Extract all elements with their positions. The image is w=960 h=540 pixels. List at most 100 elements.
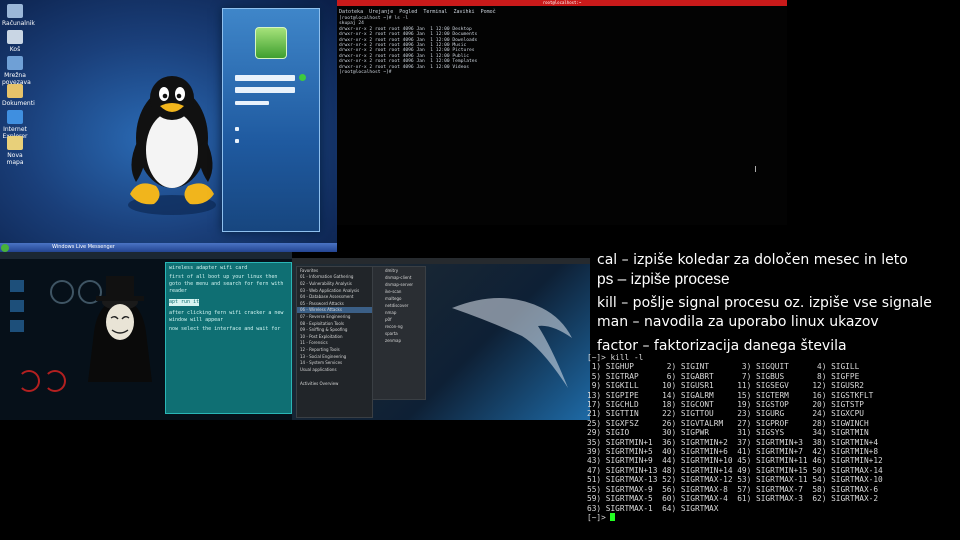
- signal-entry: 6) SIGABRT: [662, 371, 738, 381]
- gauge-icon: [50, 280, 74, 304]
- signal-entry: 42) SIGRTMIN+8: [812, 447, 888, 457]
- menu-item[interactable]: 05 - Password Attacks: [297, 300, 372, 307]
- signal-entry: 54) SIGRTMAX-10: [812, 475, 888, 485]
- menu-terminal[interactable]: Terminal: [423, 9, 447, 15]
- status-selector[interactable]: [235, 101, 269, 105]
- menu-item[interactable]: 07 - Reverse Engineering: [297, 313, 372, 320]
- menu-item[interactable]: 02 - Vulnerability Analysis: [297, 280, 372, 287]
- desktop-icon-computer[interactable]: Računalnik: [2, 4, 35, 27]
- menu-item[interactable]: 04 - Database Assessment: [297, 293, 372, 300]
- menu-item[interactable]: 11 - Forensics: [297, 340, 372, 347]
- signal-entry: 36) SIGRTMIN+2: [662, 437, 738, 447]
- menu-file[interactable]: Datoteka: [339, 9, 363, 15]
- command-line: [~]> kill -l: [587, 353, 960, 362]
- menu-item[interactable]: 06 - Wireless Attacks: [297, 306, 372, 314]
- signal-row: 47) SIGRTMIN+13 48) SIGRTMIN+14 49) SIGR…: [587, 466, 960, 475]
- note-line: now select the interface and wait for: [169, 326, 281, 332]
- desktop-icon-recycle-bin[interactable]: Koš: [2, 30, 28, 53]
- signal-entry: 25) SIGXFSZ: [587, 418, 663, 428]
- menu-item[interactable]: 14 - System Services: [297, 359, 372, 366]
- username-field[interactable]: [235, 75, 295, 81]
- kali-top-panel: [292, 258, 590, 264]
- signal-entry: 53) SIGRTMAX-11: [737, 475, 813, 485]
- auto-signin-checkbox[interactable]: [235, 139, 239, 143]
- signal-entry: 39) SIGRTMIN+5: [587, 447, 663, 457]
- menu-help[interactable]: Pomoč: [481, 9, 496, 15]
- signal-entry: 23) SIGURG: [737, 409, 813, 419]
- signal-entry: 16) SIGSTKFLT: [812, 390, 888, 400]
- menu-item[interactable]: 01 - Information Gathering: [297, 274, 372, 281]
- terminal-window-top: root@localhost:~ Datoteka Urejanje Pogle…: [337, 0, 787, 225]
- menu-tabs[interactable]: Zavihki: [453, 9, 474, 15]
- signal-row: 39) SIGRTMIN+5 40) SIGRTMIN+6 41) SIGRTM…: [587, 447, 960, 456]
- signal-entry: 52) SIGRTMAX-12: [662, 475, 738, 485]
- messenger-login-panel: [222, 8, 320, 232]
- prompt: [~]>: [587, 512, 611, 522]
- folder-icon[interactable]: [10, 300, 24, 312]
- folder-icon[interactable]: [10, 280, 24, 292]
- activities-overview-item[interactable]: Activities Overview: [297, 381, 372, 388]
- menu-item[interactable]: 12 - Reporting Tools: [297, 346, 372, 353]
- slide-line-cal: cal – izpiše koledar za določen mesec in…: [597, 252, 908, 268]
- menu-item[interactable]: 10 - Post Exploitation: [297, 333, 372, 340]
- text-cursor-icon: [755, 166, 756, 172]
- signal-entry: 14) SIGALRM: [662, 390, 738, 400]
- signal-row: 29) SIGIO 30) SIGPWR 31) SIGSYS 34) SIGR…: [587, 428, 960, 437]
- submenu-item[interactable]: dnmap-client: [373, 274, 425, 281]
- signal-entry: 30) SIGPWR: [662, 428, 738, 438]
- command-line[interactable]: [~]>: [587, 512, 960, 522]
- remember-checkbox[interactable]: [235, 127, 239, 131]
- desktop-icon-network[interactable]: Mrežna povezava: [2, 56, 31, 86]
- menu-item[interactable]: Usual applications: [297, 366, 372, 373]
- menu-edit[interactable]: Urejanje: [369, 9, 393, 15]
- submenu-item[interactable]: recon-ng: [373, 323, 425, 330]
- submenu-item[interactable]: zenmap: [373, 337, 425, 344]
- signal-entry: 28) SIGWINCH: [812, 418, 888, 428]
- submenu-item[interactable]: sparta: [373, 330, 425, 337]
- slide-line-kill: kill – pošlje signal procesu oz. izpiše …: [597, 295, 932, 311]
- menu-item[interactable]: Favorites: [297, 267, 372, 274]
- menu-item[interactable]: 03 - Web Application Analysis: [297, 287, 372, 294]
- signal-entry: 26) SIGVTALRM: [662, 418, 738, 428]
- windows-desktop-screenshot: Računalnik Koš Mrežna povezava Dokumenti…: [0, 0, 337, 252]
- terminal-line: [root@localhost ~]#: [339, 70, 395, 76]
- terminal-title-bar: root@localhost:~: [337, 0, 787, 6]
- start-orb-icon[interactable]: [1, 244, 9, 252]
- password-field[interactable]: [235, 87, 295, 93]
- signal-entry: 24) SIGXCPU: [812, 409, 888, 419]
- submenu-item[interactable]: ike-scan: [373, 288, 425, 295]
- terminal-line: drwxr-xr-x 2 root root 4096 Jan 1 12:00 …: [339, 32, 478, 38]
- menu-item[interactable]: 13 - Social Engineering: [297, 353, 372, 360]
- signal-row: 17) SIGCHLD 18) SIGCONT 19) SIGSTOP 20) …: [587, 400, 960, 409]
- signal-entry: 2) SIGINT: [662, 362, 738, 372]
- submenu-item[interactable]: netdiscover: [373, 302, 425, 309]
- terminal-output: [root@localhost ~]# ls -l skupaj 24 drwxr-…: [339, 16, 477, 75]
- desktop-icon-documents[interactable]: Dokumenti: [2, 84, 35, 107]
- signal-entry: 55) SIGRTMAX-9: [587, 484, 663, 494]
- menu-view[interactable]: Pogled: [399, 9, 417, 15]
- submenu-item[interactable]: dmitry: [373, 267, 425, 274]
- submenu-item[interactable]: nmap: [373, 309, 425, 316]
- submenu-item[interactable]: dnmap-server: [373, 281, 425, 288]
- desktop-icon-folder[interactable]: Nova mapa: [2, 136, 28, 166]
- signal-entry: 35) SIGRTMIN+1: [587, 437, 663, 447]
- anonymous-mask-icon: [88, 276, 152, 382]
- sign-in-arrow-icon[interactable]: [299, 74, 306, 81]
- terminal-menu-bar: Datoteka Urejanje Pogled Terminal Zavihk…: [339, 9, 496, 15]
- menu-item[interactable]: 09 - Sniffing & Spoofing: [297, 326, 372, 333]
- signal-entry: 4) SIGILL: [812, 362, 888, 372]
- signal-entry: 61) SIGRTMAX-3: [737, 494, 813, 504]
- signal-entry: 59) SIGRTMAX-5: [587, 494, 663, 504]
- submenu-item[interactable]: maltego: [373, 295, 425, 302]
- signal-entry: 48) SIGRTMIN+14: [662, 465, 738, 475]
- submenu-item[interactable]: p0f: [373, 316, 425, 323]
- signal-entry: 38) SIGRTMIN+4: [812, 437, 888, 447]
- signal-entry: 9) SIGKILL: [587, 381, 663, 391]
- menu-item[interactable]: 08 - Exploitation Tools: [297, 320, 372, 327]
- note-highlight: apt run it: [169, 299, 200, 306]
- signal-entry: 62) SIGRTMAX-2: [812, 494, 888, 504]
- signal-row: 5) SIGTRAP 6) SIGABRT 7) SIGBUS 8) SIGFP…: [587, 372, 960, 381]
- folder-icon[interactable]: [10, 320, 24, 332]
- taskbar-item[interactable]: Windows Live Messenger: [52, 244, 115, 250]
- signal-entry: 29) SIGIO: [587, 428, 663, 438]
